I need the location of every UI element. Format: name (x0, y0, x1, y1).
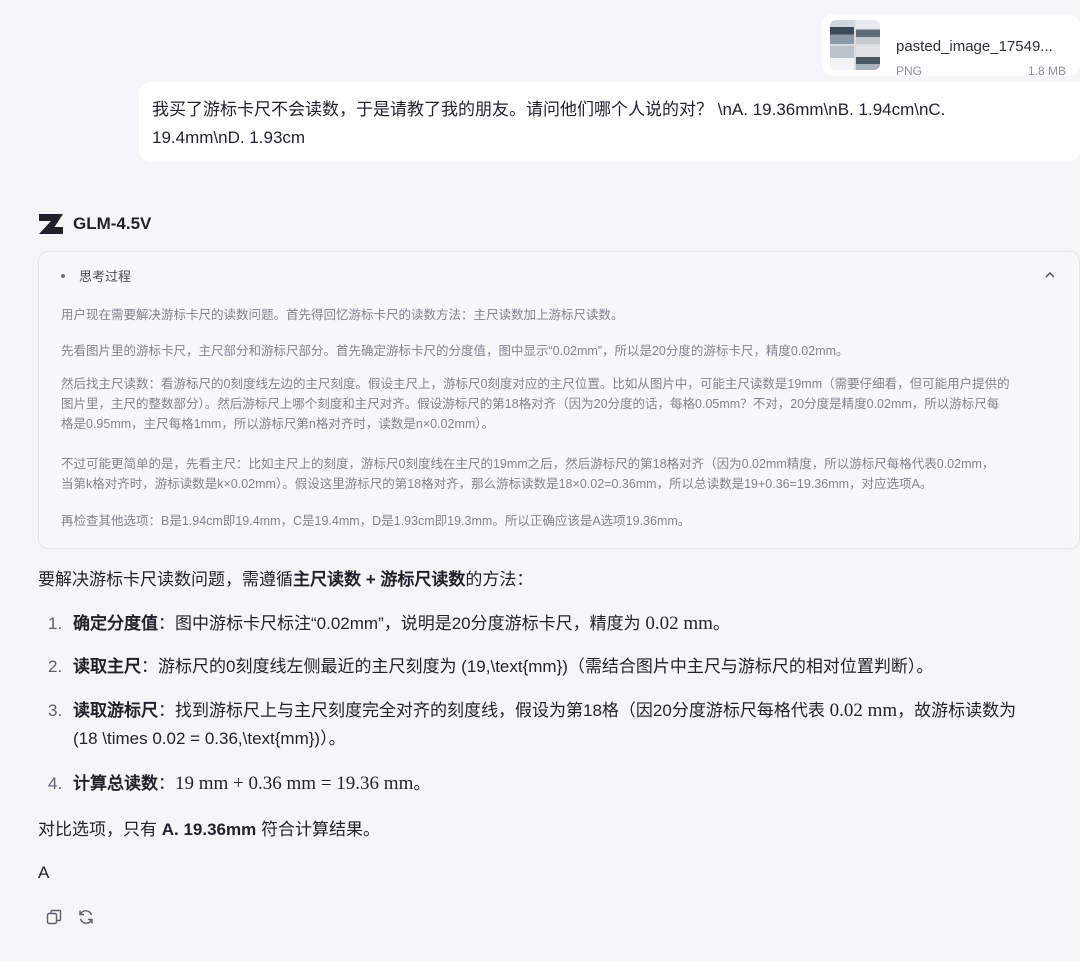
item-text: ：图中游标卡尺标注“0.02mm”，说明是20分度游标卡尺，精度为 (158, 614, 641, 633)
thinking-panel: 思考过程 用户现在需要解决游标卡尺的读数问题。首先得回忆游标卡尺的读数方法：主尺… (38, 251, 1080, 549)
message-actions (45, 908, 95, 926)
thinking-paragraph: 不过可能更简单的是，先看主尺：比如主尺上的刻度，游标尺0刻度线在主尺的19mm之… (61, 454, 1071, 494)
bullet-icon (61, 273, 65, 278)
answer-text: 的方法： (465, 570, 534, 589)
user-message-line: 19.4mm\nD. 1.93cm (152, 128, 306, 147)
attachment-file-type: PNG (896, 64, 923, 78)
thinking-paragraph: 再检查其他选项：B是1.94cm即19.4mm，C是19.4mm，D是1.93c… (61, 511, 1071, 531)
answer-text: 符合计算结果。 (256, 820, 380, 839)
answer-intro: 要解决游标卡尺读数问题，需遵循主尺读数 + 游标尺读数的方法： (38, 566, 533, 594)
attachment-card[interactable]: pasted_image_17549... PNG 1.8 MB (822, 14, 1080, 78)
list-number: 2. (48, 657, 63, 676)
math-expression: 0.02 mm (824, 700, 898, 721)
thinking-line: 再检查其他选项：B是1.94cm即19.4mm，C是19.4mm，D是1.93c… (61, 514, 691, 528)
thinking-toggle[interactable]: 思考过程 (61, 266, 131, 285)
answer-text: 要解决游标卡尺读数问题，需遵循 (38, 570, 293, 589)
user-message-line: 我买了游标卡尺不会读数，于是请教了我的朋友。请问他们哪个人说的对？ \nA. 1… (152, 100, 946, 119)
item-heading: 读取游标尺 (73, 701, 158, 720)
thinking-line: 用户现在需要解决游标卡尺的读数问题。首先得回忆游标卡尺的读数方法：主尺读数加上游… (61, 308, 624, 322)
answer-text: 对比选项，只有 (38, 820, 162, 839)
thinking-title: 思考过程 (79, 269, 132, 284)
zhipu-logo-icon (39, 214, 63, 234)
thinking-line: 先看图片里的游标卡尺，主尺部分和游标尺部分。首先确定游标卡尺的分度值，图中显示“… (61, 344, 849, 358)
thinking-line: 图片里，主尺的整数部分）。然后游标尺上哪个刻度和主尺对齐。假设游标尺的第18格对… (61, 397, 1000, 411)
math-expression: 19 mm + 0.36 mm = 19.36 mm (175, 773, 414, 794)
copy-icon[interactable] (45, 908, 63, 926)
list-number: 4. (48, 774, 63, 793)
item-text: ，故游标读数为 (897, 701, 1017, 720)
math-expression: 0.02 mm (640, 613, 713, 634)
list-number: 1. (48, 614, 63, 633)
item-heading: 读取主尺 (73, 657, 141, 676)
thinking-line: 然后找主尺读数：看游标尺的0刻度线左边的主尺刻度。假设主尺上，游标尺0刻度对应的… (61, 377, 1010, 391)
chevron-up-icon[interactable] (1045, 270, 1055, 280)
thinking-paragraph: 先看图片里的游标卡尺，主尺部分和游标尺部分。首先确定游标卡尺的分度值，图中显示“… (61, 341, 1071, 361)
thinking-line: 格是0.95mm，主尺每格1mm，所以游标尺第n格对齐时，读数是n×0.02mm… (61, 417, 495, 431)
answer-bold: A. 19.36mm (161, 820, 257, 839)
item-heading: 确定分度值 (73, 614, 158, 633)
thinking-paragraph: 用户现在需要解决游标卡尺的读数问题。首先得回忆游标卡尺的读数方法：主尺读数加上游… (61, 305, 1071, 325)
item-text: ： (158, 774, 175, 793)
model-name: GLM-4.5V (73, 214, 152, 233)
item-text: ：游标尺的0刻度线左侧最近的主尺刻度为 (19,\text{mm})（需结合图片… (141, 657, 934, 676)
answer-bold: 主尺读数 + 游标尺读数 (293, 570, 466, 589)
item-text: (18 \times 0.02 = 0.36,\text{mm})）。 (73, 729, 346, 748)
user-message-bubble: 我买了游标卡尺不会读数，于是请教了我的朋友。请问他们哪个人说的对？ \nA. 1… (139, 82, 1080, 162)
image-thumbnail[interactable] (830, 20, 880, 70)
item-text: 。 (413, 774, 431, 793)
thinking-paragraph: 然后找主尺读数：看游标尺的0刻度线左边的主尺刻度。假设主尺上，游标尺0刻度对应的… (61, 374, 1071, 434)
final-answer: A (38, 863, 50, 882)
item-text: ：找到游标尺上与主尺刻度完全对齐的刻度线，假设为第18格（因20分度游标尺每格代… (158, 701, 825, 720)
attachment-file-name: pasted_image_17549... (896, 38, 1053, 55)
attachment-file-size: 1.8 MB (1027, 64, 1066, 78)
thinking-line: 当第k格对齐时，游标读数是k×0.02mm）。假设这里游标尺的第18格对齐，那么… (61, 477, 933, 491)
refresh-icon[interactable] (77, 908, 95, 926)
list-number: 3. (48, 701, 63, 720)
item-text: 。 (712, 614, 730, 633)
thinking-line: 不过可能更简单的是，先看主尺：比如主尺上的刻度，游标尺0刻度线在主尺的19mm之… (61, 457, 995, 471)
answer-conclusion: 对比选项，只有 A. 19.36mm 符合计算结果。 (38, 816, 380, 844)
item-heading: 计算总读数 (73, 774, 158, 793)
model-header: GLM-4.5V (38, 212, 151, 236)
